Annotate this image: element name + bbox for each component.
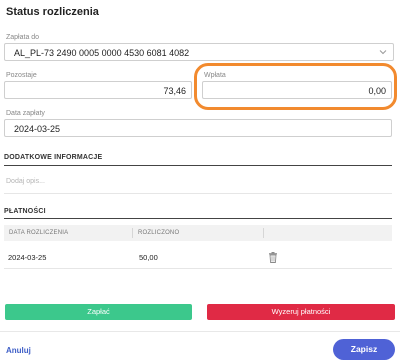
description-input[interactable]: Dodaj opis...: [6, 178, 45, 185]
payment-to-label: Zapłata do: [6, 34, 40, 41]
column-header-date: DATA ROZLICZENIA: [9, 230, 69, 236]
pay-button[interactable]: Zapłać: [5, 304, 192, 320]
payment-highlight-circle: [194, 63, 397, 110]
description-underline: [4, 193, 392, 194]
payment-date-label: Data zapłaty: [6, 110, 45, 117]
remaining-field[interactable]: 73,46: [4, 81, 192, 99]
remaining-label: Pozostaje: [6, 72, 37, 79]
additional-info-heading: DODATKOWE INFORMACJE: [4, 154, 103, 161]
payment-to-value: AL_PL-73 2490 0005 0000 4530 6081 4082: [14, 48, 190, 58]
row-amount: 50,00: [139, 253, 158, 262]
payments-table-header: DATA ROZLICZENIA ROZLICZONO: [4, 225, 392, 241]
payment-date-value: 2024-03-25: [14, 124, 61, 134]
payment-to-select[interactable]: AL_PL-73 2490 0005 0000 4530 6081 4082: [4, 43, 394, 61]
remaining-value: 73,46: [163, 86, 186, 96]
payment-date-input[interactable]: 2024-03-25: [4, 119, 392, 137]
column-separator: [132, 228, 133, 238]
trash-icon[interactable]: [268, 250, 278, 268]
payments-divider: [4, 218, 392, 219]
payments-heading: PŁATNOŚCI: [4, 208, 46, 215]
footer-divider: [0, 331, 400, 332]
column-header-amount: ROZLICZONO: [138, 230, 180, 236]
reset-payments-button[interactable]: Wyzeruj płatności: [207, 304, 395, 320]
save-button[interactable]: Zapisz: [333, 339, 395, 360]
additional-info-divider: [4, 165, 392, 166]
row-date: 2024-03-25: [8, 253, 47, 262]
chevron-down-icon: [379, 48, 387, 58]
cancel-link[interactable]: Anuluj: [6, 346, 31, 355]
column-separator: [263, 228, 264, 238]
page-title: Status rozliczenia: [6, 6, 99, 18]
row-divider: [4, 268, 392, 269]
